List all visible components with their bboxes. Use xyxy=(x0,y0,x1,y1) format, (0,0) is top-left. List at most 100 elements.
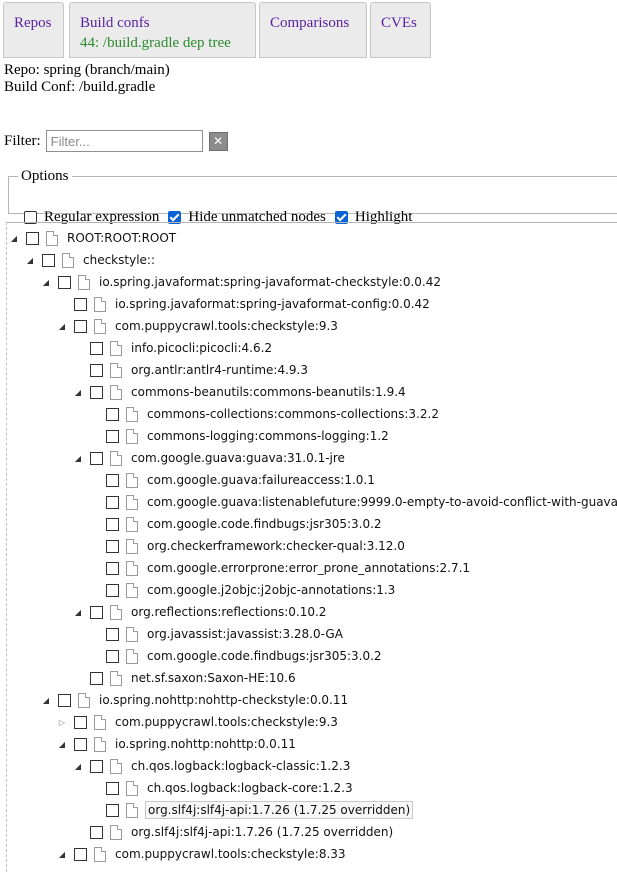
tree-node[interactable]: com.google.guava:failureaccess:1.0.1 xyxy=(89,469,377,491)
tree-node-label[interactable]: io.spring.javaformat:spring-javaformat-c… xyxy=(113,296,432,312)
tree-node[interactable]: ◢ io.spring.javaformat:spring-javaformat-… xyxy=(41,271,443,293)
tree-node-checkbox[interactable] xyxy=(90,671,103,685)
tree-node[interactable]: ▷ com.puppycrawl.tools:checkstyle:9.3 xyxy=(57,711,340,733)
tab-repos[interactable]: Repos xyxy=(3,2,64,58)
tree-node-label[interactable]: com.google.errorprone:error_prone_annota… xyxy=(145,560,472,576)
collapse-arrow-icon[interactable]: ◢ xyxy=(73,381,83,403)
tree-node[interactable]: net.sf.saxon:Saxon-HE:10.6 xyxy=(73,667,298,689)
tree-node-checkbox[interactable] xyxy=(74,297,87,311)
tree-node-checkbox[interactable] xyxy=(90,341,103,355)
tree-node-checkbox[interactable] xyxy=(90,605,103,619)
tree-node-label[interactable]: commons-beanutils:commons-beanutils:1.9.… xyxy=(129,384,408,400)
tree-node-label[interactable]: commons-collections:commons-collections:… xyxy=(145,406,441,422)
tree-node-checkbox[interactable] xyxy=(90,759,103,773)
tree-node-checkbox[interactable] xyxy=(106,649,119,663)
tree-node[interactable]: org.slf4j:slf4j-api:1.7.26 (1.7.25 overr… xyxy=(73,821,395,843)
tree-node-label[interactable]: net.sf.saxon:Saxon-HE:10.6 xyxy=(129,670,298,686)
tree-node[interactable]: ◢ checkstyle:: xyxy=(25,249,157,271)
tree-node[interactable]: ◢ commons-beanutils:commons-beanutils:1.9… xyxy=(73,381,408,403)
tree-node-label[interactable]: com.puppycrawl.tools:checkstyle:8.33 xyxy=(113,846,348,862)
tree-node-label[interactable]: com.google.code.findbugs:jsr305:3.0.2 xyxy=(145,516,384,532)
tree-node[interactable]: ◢ org.reflections:reflections:0.10.2 xyxy=(73,601,328,623)
tree-node-checkbox[interactable] xyxy=(58,275,71,289)
tree-node-checkbox[interactable] xyxy=(74,737,87,751)
collapse-arrow-icon[interactable]: ◢ xyxy=(41,689,51,711)
tree-node-label[interactable]: io.spring.nohttp:nohttp:0.0.11 xyxy=(113,736,298,752)
collapse-arrow-icon[interactable]: ◢ xyxy=(57,315,67,337)
tree-node[interactable]: ◢ ch.qos.logback:logback-classic:1.2.3 xyxy=(73,755,352,777)
tree-node-checkbox[interactable] xyxy=(58,693,71,707)
collapse-arrow-icon[interactable]: ◢ xyxy=(73,601,83,623)
tree-node[interactable]: com.google.j2objc:j2objc-annotations:1.3 xyxy=(89,579,397,601)
tree-node-checkbox[interactable] xyxy=(106,627,119,641)
tree-node-label[interactable]: com.google.guava:failureaccess:1.0.1 xyxy=(145,472,377,488)
tree-node-label[interactable]: com.puppycrawl.tools:checkstyle:9.3 xyxy=(113,714,340,730)
tree-node[interactable]: info.picocli:picocli:4.6.2 xyxy=(73,337,274,359)
tree-node-checkbox[interactable] xyxy=(74,847,87,861)
tree-node-checkbox[interactable] xyxy=(90,825,103,839)
tree-node[interactable]: ◢ com.google.guava:guava:31.0.1-jre xyxy=(73,447,347,469)
tree-node[interactable]: org.javassist:javassist:3.28.0-GA xyxy=(89,623,345,645)
tree-node[interactable]: ◢ ROOT:ROOT:ROOT xyxy=(9,227,178,249)
tree-node[interactable]: ◢ io.spring.nohttp:nohttp-checkstyle:0.0.… xyxy=(41,689,350,711)
tree-node-checkbox[interactable] xyxy=(106,407,119,421)
filter-input[interactable] xyxy=(45,130,203,152)
tree-node-label[interactable]: com.google.code.findbugs:jsr305:3.0.2 xyxy=(145,648,384,664)
tree-node-label[interactable]: commons-logging:commons-logging:1.2 xyxy=(145,428,391,444)
expand-arrow-icon[interactable]: ▷ xyxy=(57,711,67,733)
tree-node[interactable]: ◢ io.spring.nohttp:nohttp:0.0.11 xyxy=(57,733,298,755)
collapse-arrow-icon[interactable]: ◢ xyxy=(73,755,83,777)
tree-node[interactable]: org.antlr:antlr4-runtime:4.9.3 xyxy=(73,359,310,381)
tree-node-checkbox[interactable] xyxy=(90,451,103,465)
tree-node-label[interactable]: org.checkerframework:checker-qual:3.12.0 xyxy=(145,538,407,554)
tree-node-checkbox[interactable] xyxy=(90,385,103,399)
tree-node[interactable]: com.google.guava:listenablefuture:9999.0… xyxy=(89,491,617,513)
tree-node-label[interactable]: com.puppycrawl.tools:checkstyle:9.3 xyxy=(113,318,340,334)
tree-node-label[interactable]: com.google.j2objc:j2objc-annotations:1.3 xyxy=(145,582,397,598)
tree-node-checkbox[interactable] xyxy=(106,473,119,487)
tree-node-label[interactable]: checkstyle:: xyxy=(81,252,157,268)
tree-node-checkbox[interactable] xyxy=(106,561,119,575)
collapse-arrow-icon[interactable]: ◢ xyxy=(41,271,51,293)
tree-node-label[interactable]: org.reflections:reflections:0.10.2 xyxy=(129,604,328,620)
tree-node[interactable]: commons-collections:commons-collections:… xyxy=(89,403,441,425)
tree-node-checkbox[interactable] xyxy=(74,319,87,333)
tree-node[interactable]: io.spring.javaformat:spring-javaformat-c… xyxy=(57,293,432,315)
tree-node-checkbox[interactable] xyxy=(90,363,103,377)
tree-node-checkbox[interactable] xyxy=(106,583,119,597)
tree-node-checkbox[interactable] xyxy=(106,495,119,509)
collapse-arrow-icon[interactable]: ◢ xyxy=(57,733,67,755)
tree-node-label[interactable]: info.picocli:picocli:4.6.2 xyxy=(129,340,274,356)
tree-node-label[interactable]: ch.qos.logback:logback-core:1.2.3 xyxy=(145,780,355,796)
collapse-arrow-icon[interactable]: ◢ xyxy=(25,249,35,271)
tree-node-label[interactable]: org.antlr:antlr4-runtime:4.9.3 xyxy=(129,362,310,378)
tree-node[interactable]: com.google.errorprone:error_prone_annota… xyxy=(89,557,472,579)
tree-node-label[interactable]: io.spring.nohttp:nohttp-checkstyle:0.0.1… xyxy=(97,692,350,708)
tab-cves[interactable]: CVEs xyxy=(370,2,431,58)
clear-filter-button[interactable]: ✕ xyxy=(208,131,228,151)
tree-node-checkbox[interactable] xyxy=(106,429,119,443)
tree-node-checkbox[interactable] xyxy=(106,781,119,795)
collapse-arrow-icon[interactable]: ◢ xyxy=(73,447,83,469)
tree-node-checkbox[interactable] xyxy=(106,539,119,553)
tree-node[interactable]: com.google.code.findbugs:jsr305:3.0.2 xyxy=(89,645,384,667)
tree-node[interactable]: ch.qos.logback:logback-core:1.2.3 xyxy=(89,777,355,799)
tree-node-label[interactable]: org.slf4j:slf4j-api:1.7.26 (1.7.25 overr… xyxy=(145,801,414,819)
tree-node[interactable]: ◢ com.puppycrawl.tools:checkstyle:9.3 xyxy=(57,315,340,337)
tab-comparisons[interactable]: Comparisons xyxy=(259,2,367,58)
tree-node[interactable]: com.google.code.findbugs:jsr305:3.0.2 xyxy=(89,513,384,535)
tree-node[interactable]: org.slf4j:slf4j-api:1.7.26 (1.7.25 overr… xyxy=(89,799,414,821)
tab-build-confs[interactable]: Build confs 44: /build.gradle dep tree xyxy=(69,2,256,58)
tree-node-checkbox[interactable] xyxy=(106,803,119,817)
tree-node-label[interactable]: ch.qos.logback:logback-classic:1.2.3 xyxy=(129,758,352,774)
collapse-arrow-icon[interactable]: ◢ xyxy=(9,227,19,249)
tree-node-label[interactable]: org.slf4j:slf4j-api:1.7.26 (1.7.25 overr… xyxy=(129,824,395,840)
tree-node-label[interactable]: io.spring.javaformat:spring-javaformat-c… xyxy=(97,274,443,290)
tree-node-label[interactable]: com.google.guava:listenablefuture:9999.0… xyxy=(145,494,617,510)
tree-node-label[interactable]: ROOT:ROOT:ROOT xyxy=(65,230,178,246)
tree-node-checkbox[interactable] xyxy=(42,253,55,267)
tree-node-label[interactable]: com.google.guava:guava:31.0.1-jre xyxy=(129,450,347,466)
tree-node-label[interactable]: org.javassist:javassist:3.28.0-GA xyxy=(145,626,345,642)
tree-node-checkbox[interactable] xyxy=(26,231,39,245)
tree-node-checkbox[interactable] xyxy=(106,517,119,531)
